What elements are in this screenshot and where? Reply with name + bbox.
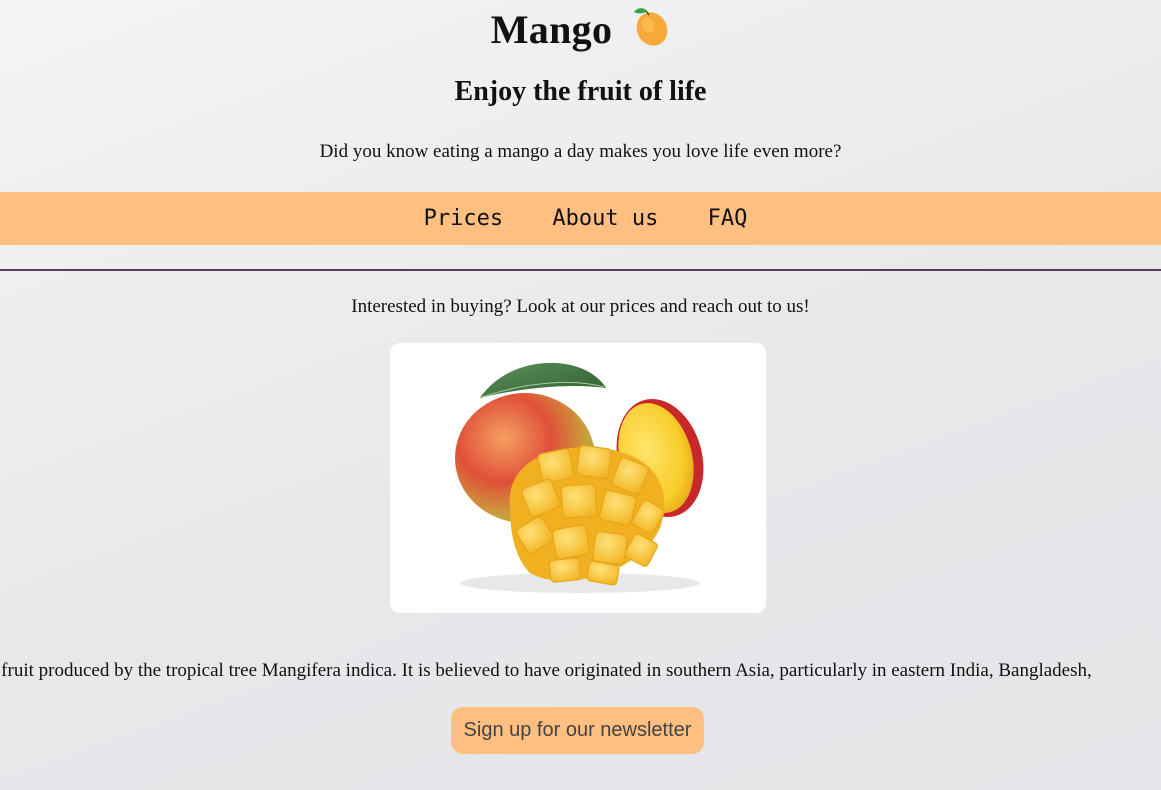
nav-link-prices[interactable]: Prices (424, 206, 503, 231)
nav-link-faq[interactable]: FAQ (708, 206, 748, 231)
subtitle: Enjoy the fruit of life (454, 76, 707, 107)
mango-photo (390, 343, 766, 613)
tagline: Did you know eating a mango a day makes … (319, 141, 842, 162)
nav-link-about-us[interactable]: About us (552, 206, 658, 231)
divider (0, 269, 1161, 271)
page: Mango Enjoy the fruit of life Did you kn… (0, 0, 1161, 790)
scrolling-text-content: e fruit produced by the tropical tree Ma… (0, 660, 1092, 681)
newsletter-signup-button[interactable]: Sign up for our newsletter (451, 707, 704, 754)
mango-emoji-icon (630, 6, 670, 48)
interest-text: Interested in buying? Look at our prices… (351, 296, 810, 317)
title-row: Mango (0, 6, 1161, 56)
scrolling-text: e fruit produced by the tropical tree Ma… (0, 660, 1161, 682)
page-title: Mango (490, 7, 613, 52)
navbar: Prices About us FAQ (0, 192, 1161, 245)
